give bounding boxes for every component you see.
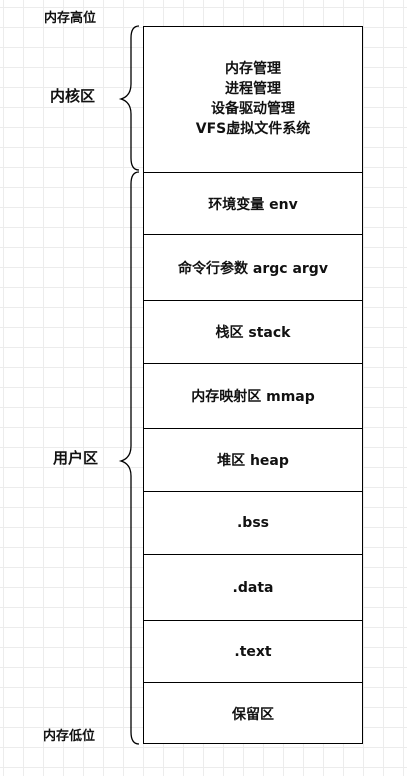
segment-data: .data [144,554,362,620]
kernel-item: 内存管理 [224,61,281,78]
segment-reserved: 保留区 [144,682,362,745]
segment-stack: 栈区 stack [144,300,362,363]
kernel-space-brace [118,25,140,171]
kernel-item: 进程管理 [224,81,281,98]
segment-bss: .bss [144,491,362,554]
kernel-block: 内存管理 进程管理 设备驱动管理 VFS虚拟文件系统 [144,27,362,172]
segment-env: 环境变量 env [144,172,362,234]
segment-text: .text [144,620,362,682]
kernel-space-label: 内核区 [50,87,96,105]
kernel-item: VFS虚拟文件系统 [195,120,311,137]
segment-heap: 堆区 heap [144,428,362,491]
user-space-brace [118,171,140,745]
memory-layout-stack: 内存管理 进程管理 设备驱动管理 VFS虚拟文件系统 环境变量 env 命令行参… [143,26,363,744]
segment-args: 命令行参数 argc argv [144,234,362,300]
user-space-label: 用户区 [53,449,99,467]
segment-mmap: 内存映射区 mmap [144,363,362,428]
low-address-label: 内存低位 [43,729,96,744]
kernel-item: 设备驱动管理 [210,101,295,117]
high-address-label: 内存高位 [44,11,97,26]
